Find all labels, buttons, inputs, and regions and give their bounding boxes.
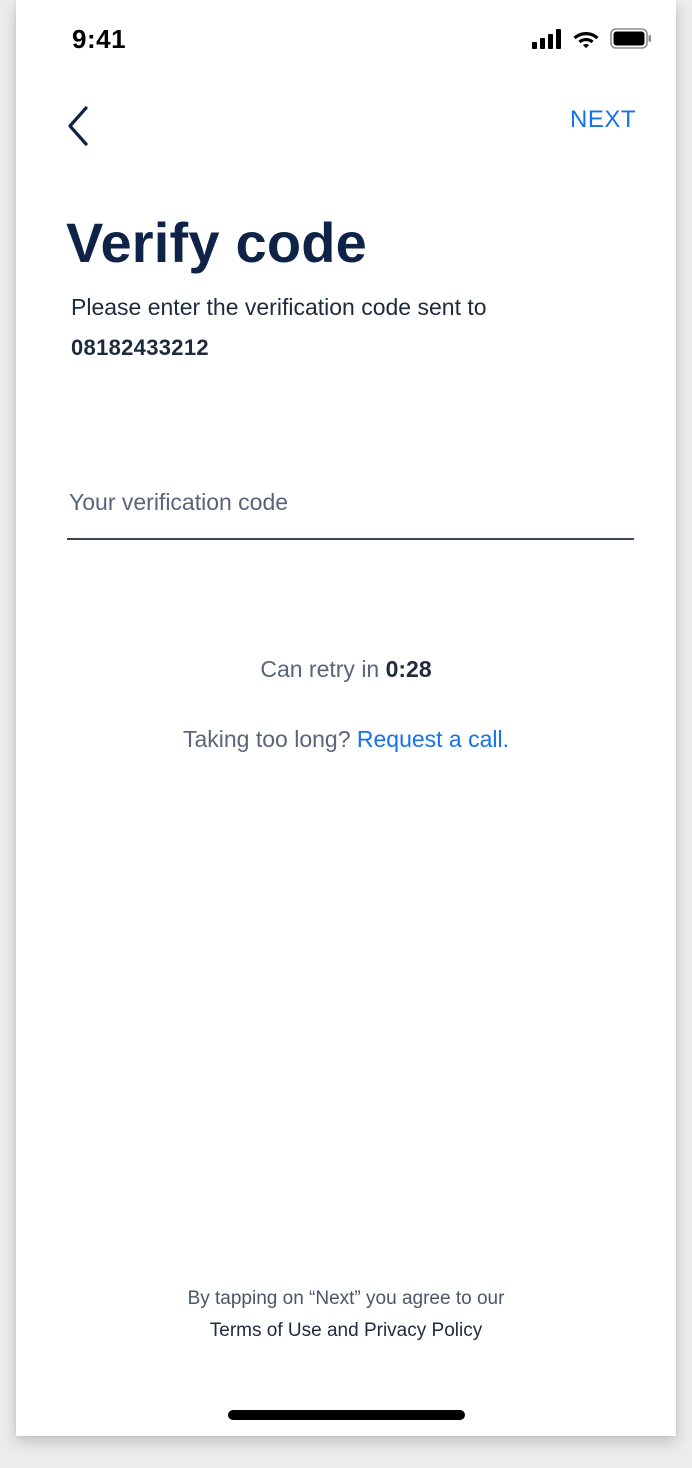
verification-code-input[interactable] bbox=[67, 470, 634, 540]
home-indicator[interactable] bbox=[228, 1410, 465, 1420]
retry-countdown: Can retry in 0:28 bbox=[16, 656, 676, 683]
status-icons bbox=[532, 28, 652, 54]
verification-instructions: Please enter the verification code sent … bbox=[71, 294, 487, 320]
terms-privacy-link[interactable]: Terms of Use and Privacy Policy bbox=[16, 1320, 676, 1342]
request-call-link[interactable]: Request a call. bbox=[357, 726, 509, 752]
phone-number: 08182433212 bbox=[71, 335, 209, 360]
cellular-signal-icon bbox=[532, 28, 562, 54]
page-title: Verify code bbox=[66, 211, 368, 274]
phone-screen: 9:41 NEXT Verify code Please enter the v… bbox=[16, 0, 676, 1436]
taking-too-long-label: Taking too long? bbox=[182, 726, 357, 752]
battery-icon bbox=[610, 28, 652, 54]
retry-timer: 0:28 bbox=[385, 656, 432, 682]
request-call-line: Taking too long? Request a call. bbox=[16, 726, 676, 753]
retry-label: Can retry in bbox=[260, 656, 386, 682]
status-time: 9:41 bbox=[72, 24, 127, 54]
next-button[interactable]: NEXT bbox=[570, 106, 636, 134]
wifi-icon bbox=[572, 28, 600, 54]
back-button[interactable] bbox=[62, 104, 96, 148]
legal-notice: By tapping on “Next” you agree to our bbox=[187, 1288, 505, 1309]
chevron-left-icon bbox=[62, 106, 96, 152]
